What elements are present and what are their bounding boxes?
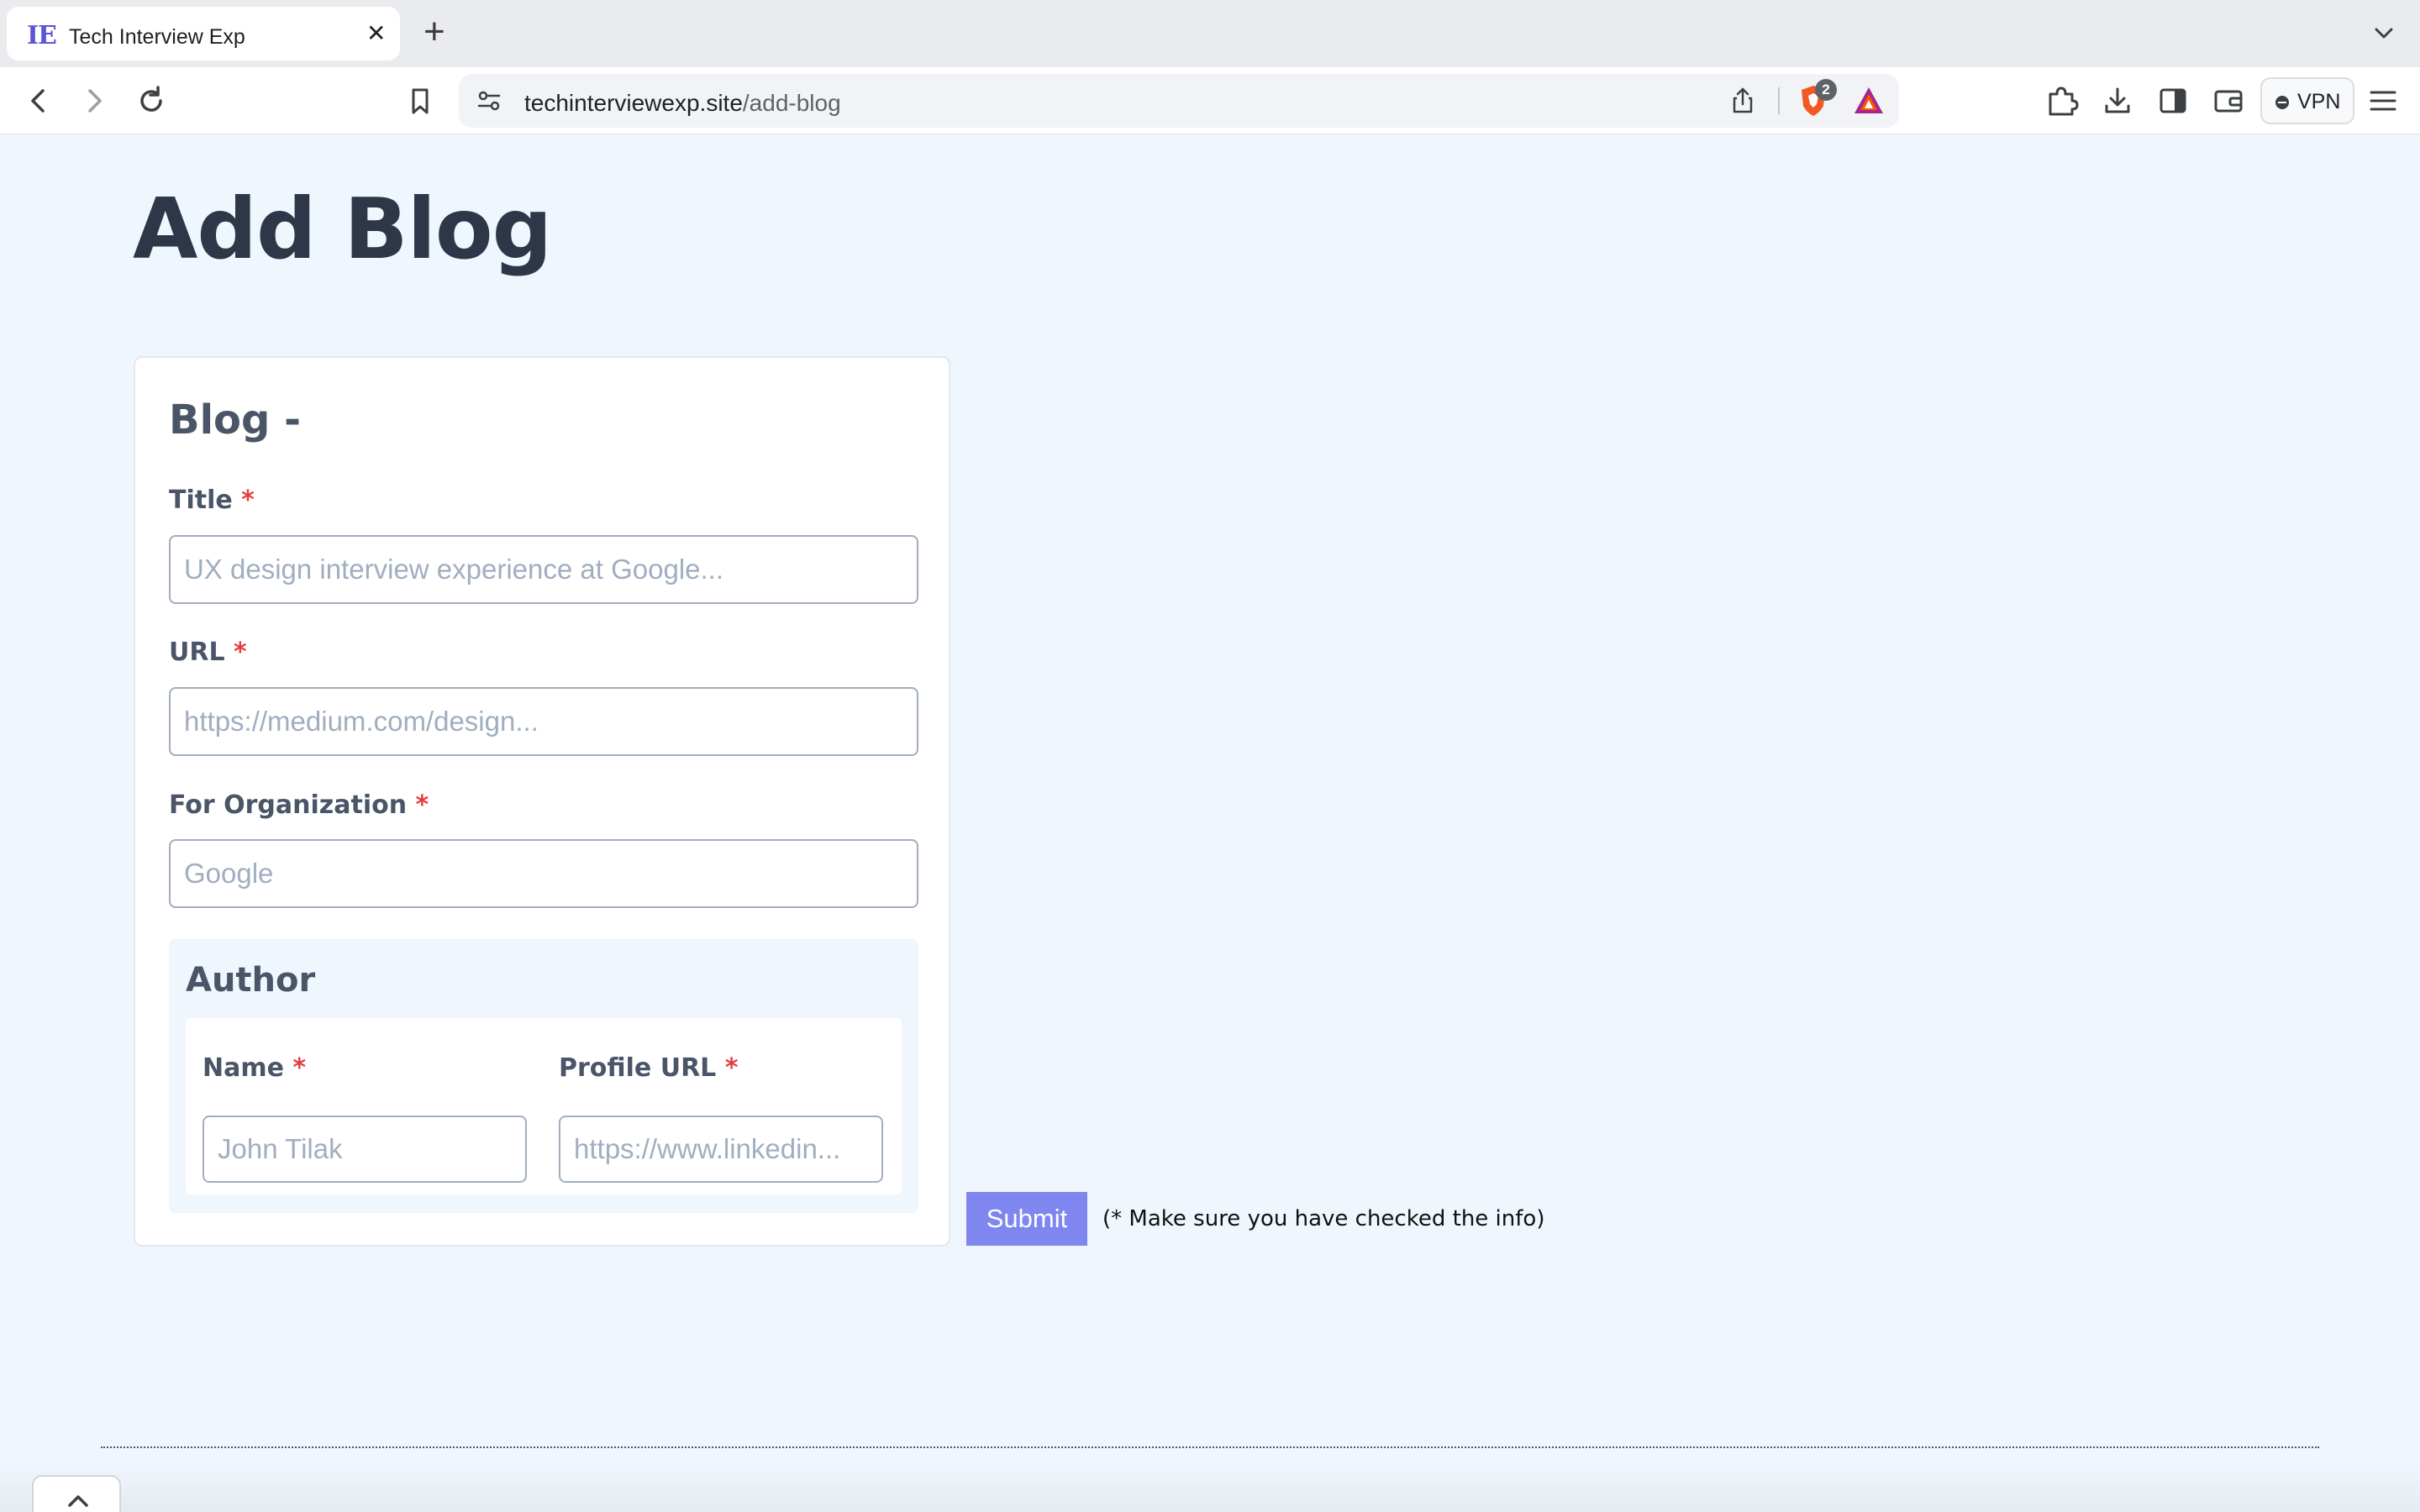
chevron-down-icon[interactable]: [2371, 20, 2396, 45]
organization-label: For Organization *: [169, 790, 429, 820]
back-icon[interactable]: [22, 84, 55, 118]
author-section: Author Name * Profile URL *: [169, 939, 918, 1213]
reload-icon[interactable]: [134, 84, 168, 118]
close-tab-icon[interactable]: ✕: [366, 22, 386, 45]
menu-icon[interactable]: [2365, 82, 2402, 119]
vpn-status-icon: [2275, 96, 2289, 109]
sidebar-icon[interactable]: [2154, 82, 2191, 119]
required-marker: *: [234, 638, 247, 667]
url-text[interactable]: techinterviewexp.site/add-blog: [524, 90, 841, 117]
profile-url-label: Profile URL *: [559, 1053, 738, 1083]
required-marker: *: [415, 790, 429, 820]
share-icon[interactable]: [1728, 86, 1758, 116]
chevron-up-icon: [68, 1495, 88, 1507]
title-label-text: Title: [169, 486, 233, 515]
site-favicon-icon: IE: [27, 21, 57, 50]
shield-count-badge: 2: [1815, 79, 1837, 101]
footer-divider: [101, 1446, 2319, 1448]
add-blog-form: Blog - Title * URL * For Organization * …: [134, 356, 950, 1247]
extensions-icon[interactable]: [2044, 82, 2081, 119]
profile-url-input[interactable]: [559, 1116, 883, 1183]
bottom-shade: [0, 1462, 2420, 1512]
forward-icon[interactable]: [77, 84, 111, 118]
title-label: Title *: [169, 486, 255, 515]
submit-note: (* Make sure you have checked the info): [1102, 1206, 1545, 1231]
wallet-icon[interactable]: [2210, 82, 2247, 119]
url-input[interactable]: [169, 687, 918, 756]
brave-rewards-icon[interactable]: [1852, 84, 1886, 118]
scroll-to-top-button[interactable]: [32, 1475, 121, 1512]
url-label: URL *: [169, 638, 247, 667]
site-settings-icon[interactable]: [474, 86, 504, 116]
author-fields: Name * Profile URL *: [186, 1018, 902, 1194]
title-input[interactable]: [169, 535, 918, 604]
profile-url-label-text: Profile URL: [559, 1053, 717, 1083]
required-marker: *: [724, 1053, 739, 1083]
downloads-icon[interactable]: [2099, 82, 2136, 119]
bookmark-icon[interactable]: [403, 84, 437, 118]
author-name-label: Name *: [203, 1053, 306, 1083]
address-separator: [1778, 87, 1780, 114]
tab-strip: IE Tech Interview Exp ✕ +: [0, 0, 2420, 67]
vpn-button[interactable]: VPN: [2260, 77, 2354, 124]
vpn-label: VPN: [2297, 90, 2341, 113]
submit-button[interactable]: Submit: [966, 1192, 1087, 1246]
form-heading: Blog -: [169, 396, 302, 444]
browser-toolbar: techinterviewexp.site/add-blog 2 VPN: [0, 67, 2420, 134]
url-domain: techinterviewexp.site: [524, 90, 743, 116]
author-name-input[interactable]: [203, 1116, 527, 1183]
page-title: Add Blog: [133, 180, 552, 278]
author-name-label-text: Name: [203, 1053, 284, 1083]
new-tab-icon[interactable]: +: [424, 13, 445, 50]
author-heading: Author: [186, 961, 316, 1000]
required-marker: *: [292, 1053, 307, 1083]
url-label-text: URL: [169, 638, 225, 667]
address-bar[interactable]: techinterviewexp.site/add-blog 2: [459, 74, 1899, 128]
url-path: /add-blog: [742, 90, 841, 116]
active-tab[interactable]: IE Tech Interview Exp ✕: [7, 7, 400, 60]
organization-label-text: For Organization: [169, 790, 408, 820]
organization-input[interactable]: [169, 839, 918, 908]
required-marker: *: [241, 486, 255, 515]
tab-title: Tech Interview Exp: [69, 25, 245, 49]
